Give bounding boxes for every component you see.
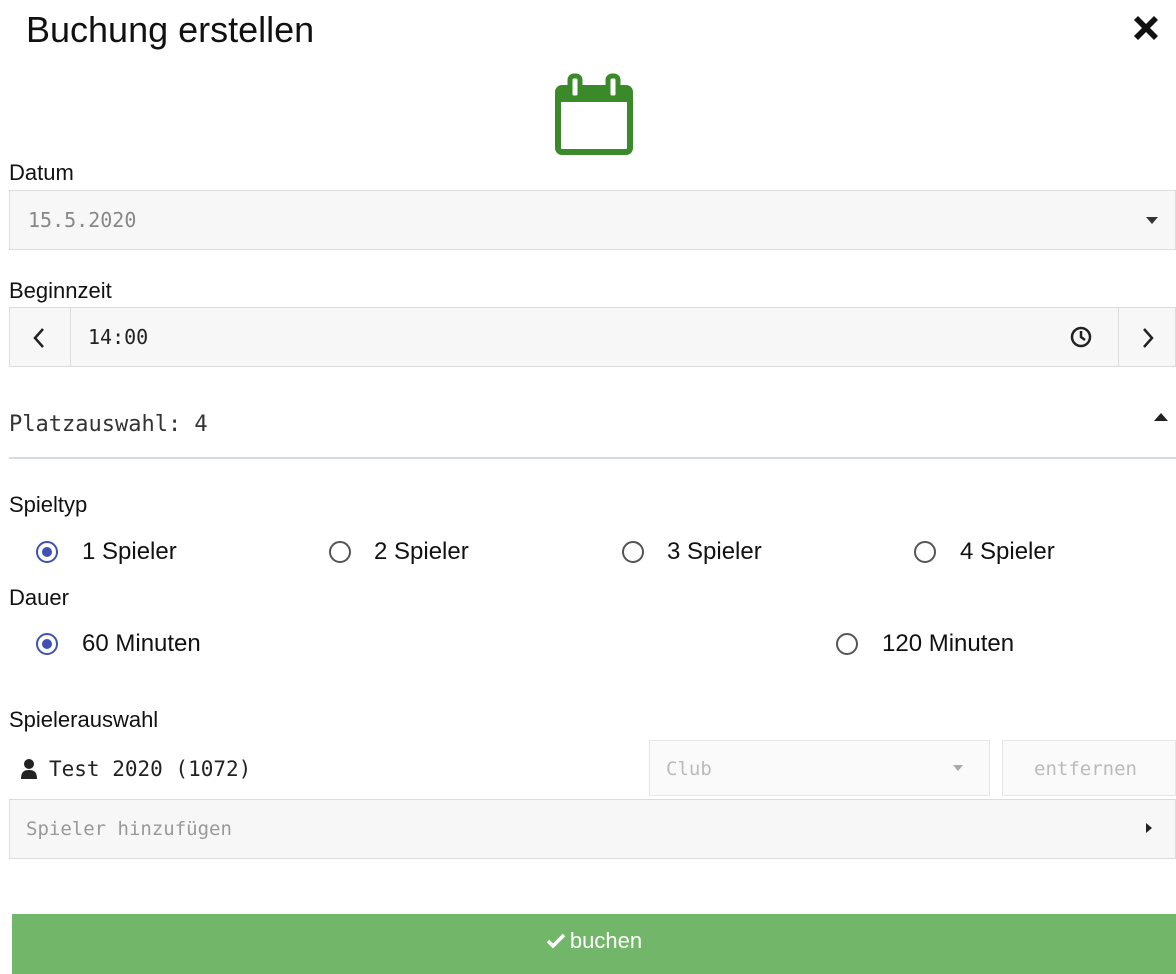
- court-selection-label: Platzauswahl: 4: [9, 412, 208, 437]
- start-time-value[interactable]: 14:00: [88, 325, 148, 349]
- add-player-select[interactable]: Spieler hinzufügen: [9, 799, 1176, 859]
- close-icon: [1134, 16, 1158, 40]
- chevron-down-icon: [1146, 217, 1158, 224]
- game-type-option-label: 3 Spieler: [667, 538, 762, 565]
- game-type-option-label: 4 Spieler: [960, 538, 1055, 565]
- book-button[interactable]: buchen: [12, 914, 1176, 974]
- game-type-option-label: 2 Spieler: [374, 538, 469, 565]
- radio-game-type-4[interactable]: [914, 541, 936, 563]
- radio-game-type-2[interactable]: [329, 541, 351, 563]
- duration-label: Dauer: [9, 585, 69, 610]
- game-type-label: Spieltyp: [9, 492, 88, 517]
- player-name: Test 2020 (1072): [49, 757, 252, 781]
- start-time-label: Beginnzeit: [9, 278, 112, 303]
- start-time-field: 14:00: [9, 307, 1176, 367]
- club-select[interactable]: Club: [649, 740, 990, 796]
- chevron-up-icon: [1154, 413, 1168, 421]
- radio-duration-120[interactable]: [836, 633, 858, 655]
- radio-duration-60[interactable]: [36, 633, 58, 655]
- close-button[interactable]: [1128, 10, 1164, 46]
- user-icon: [21, 759, 37, 779]
- player-selection-label: Spielerauswahl: [9, 707, 159, 732]
- calendar-icon: [554, 72, 634, 156]
- chevron-down-icon: [953, 765, 963, 771]
- game-type-option-label: 1 Spieler: [82, 538, 177, 565]
- next-time-button[interactable]: [1118, 308, 1176, 366]
- date-select[interactable]: 15.5.2020: [9, 190, 1176, 250]
- court-selection-toggle[interactable]: Platzauswahl: 4: [9, 395, 1176, 459]
- dialog-title: Buchung erstellen: [26, 9, 315, 50]
- chevron-left-icon: [33, 328, 44, 348]
- date-value: 15.5.2020: [28, 208, 137, 232]
- remove-player-label: entfernen: [1034, 758, 1137, 780]
- previous-time-button[interactable]: [10, 308, 71, 366]
- radio-game-type-1[interactable]: [36, 541, 58, 563]
- duration-option-label: 120 Minuten: [882, 630, 1015, 657]
- book-button-label: buchen: [569, 928, 643, 953]
- clock-icon[interactable]: [1070, 326, 1092, 348]
- duration-option-label: 60 Minuten: [82, 630, 201, 657]
- add-player-placeholder: Spieler hinzufügen: [26, 818, 232, 840]
- chevron-right-icon: [1143, 328, 1154, 348]
- radio-game-type-3[interactable]: [622, 541, 644, 563]
- club-placeholder: Club: [666, 758, 712, 780]
- chevron-right-icon: [1146, 823, 1152, 833]
- checkmark-icon: [546, 933, 566, 949]
- date-label: Datum: [9, 160, 74, 185]
- remove-player-button[interactable]: entfernen: [1002, 740, 1176, 796]
